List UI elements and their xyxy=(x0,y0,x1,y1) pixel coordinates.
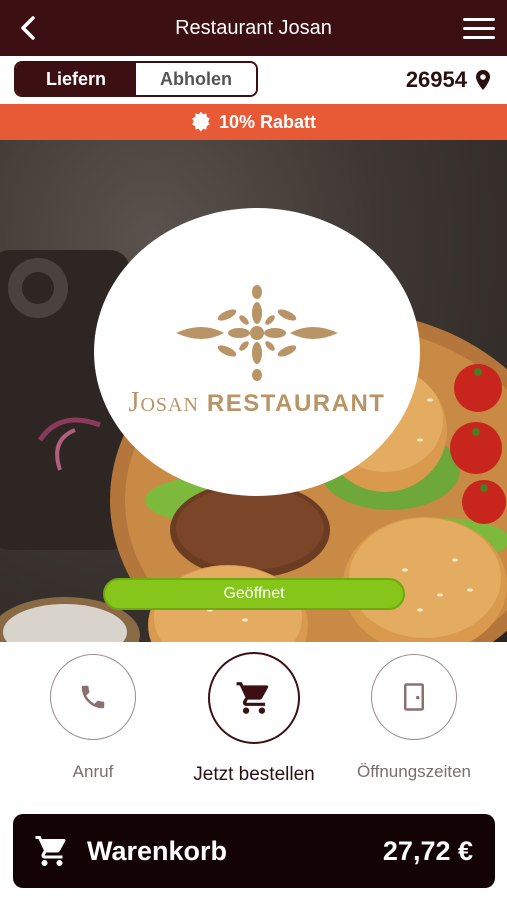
opening-hours-label: Öffnungszeiten xyxy=(356,762,472,781)
call-button[interactable] xyxy=(50,654,136,740)
delivery-option[interactable]: Liefern xyxy=(16,63,136,95)
hamburger-menu-icon-line xyxy=(463,35,495,39)
action-row: Anruf Jetzt bestellen Öffnungszeiten xyxy=(0,642,507,802)
app-header: Restaurant Josan xyxy=(0,0,507,56)
logo-wordmark: Josan RESTAURANT xyxy=(129,387,386,419)
cart-button[interactable]: Warenkorb 27,72 € xyxy=(13,814,495,888)
opening-hours-action[interactable]: Öffnungszeiten xyxy=(344,654,484,782)
zip-code: 26954 xyxy=(405,67,467,92)
door-icon xyxy=(404,683,424,711)
restaurant-logo: Josan RESTAURANT xyxy=(94,208,420,496)
hamburger-menu-icon xyxy=(463,17,495,21)
opening-hours-button[interactable] xyxy=(371,654,457,740)
cart-label: Warenkorb xyxy=(87,836,228,866)
logo-name: Josan xyxy=(128,387,199,418)
pickup-option[interactable]: Abholen xyxy=(136,63,256,95)
menu-button[interactable] xyxy=(461,12,497,44)
phone-icon xyxy=(81,685,105,709)
ornament-logo-icon xyxy=(176,285,338,381)
call-action[interactable]: Anruf xyxy=(23,654,163,782)
chevron-left-icon xyxy=(21,16,35,40)
cart-icon xyxy=(236,682,269,714)
discount-text: 10% Rabatt xyxy=(218,111,317,132)
hero-banner: Josan RESTAURANT Geöffnet xyxy=(0,140,507,642)
logo-subtitle: RESTAURANT xyxy=(206,390,386,417)
map-pin-icon xyxy=(476,70,490,90)
page-title: Restaurant Josan xyxy=(175,17,332,39)
location-selector[interactable]: 26954 xyxy=(406,64,491,96)
order-mode-toggle: Liefern Abholen xyxy=(14,61,258,97)
app-screen: Restaurant Josan Liefern Abholen 26954 1… xyxy=(0,0,507,900)
badge-icon xyxy=(192,112,210,132)
discount-banner: 10% Rabatt xyxy=(0,104,507,140)
order-now-label: Jetzt bestellen xyxy=(193,764,315,785)
open-status-badge: Geöffnet xyxy=(103,578,405,610)
back-button[interactable] xyxy=(12,12,44,44)
order-mode-row: Liefern Abholen 26954 xyxy=(0,56,507,104)
hamburger-menu-icon-line xyxy=(463,26,495,30)
cart-total: 27,72 € xyxy=(382,836,473,866)
cart-icon xyxy=(35,836,66,866)
call-label: Anruf xyxy=(72,762,114,781)
order-now-button[interactable] xyxy=(208,652,300,744)
order-now-action[interactable]: Jetzt bestellen xyxy=(184,652,324,786)
